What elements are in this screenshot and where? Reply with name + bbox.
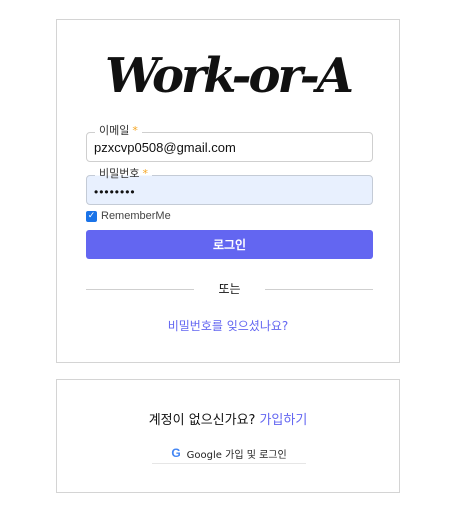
email-label-text: 이메일 [99, 124, 130, 137]
remember-me-row[interactable]: ✓ RememberMe [86, 210, 171, 222]
or-divider: 또는 [86, 281, 373, 297]
email-value: pzxcvp0508@gmail.com [94, 140, 236, 155]
google-signin-button[interactable]: G Google 가입 및 로그인 [152, 443, 306, 464]
google-signin-label: Google 가입 및 로그인 [186, 449, 287, 461]
signup-card: 계정이 없으신가요? 가입하기 G Google 가입 및 로그인 [56, 379, 400, 493]
password-label: 비밀번호 * [95, 167, 152, 181]
brand-logo: Work-or-A [105, 48, 354, 104]
signup-prompt: 계정이 없으신가요? [148, 413, 256, 428]
email-required-mark: * [132, 124, 138, 137]
login-button[interactable]: 로그인 [86, 230, 373, 259]
forgot-password-text[interactable]: 비밀번호를 잊으셨나요? [168, 319, 289, 333]
google-icon: G [171, 446, 181, 460]
password-label-text: 비밀번호 [99, 167, 140, 180]
forgot-password-link[interactable]: 비밀번호를 잊으셨나요? [57, 318, 399, 334]
login-card: Work-or-A 이메일 * pzxcvp0508@gmail.com 비밀번호… [56, 19, 400, 363]
divider-line-right [265, 289, 373, 290]
email-field[interactable]: 이메일 * pzxcvp0508@gmail.com [86, 124, 373, 162]
signup-row: 계정이 없으신가요? 가입하기 [57, 412, 399, 430]
email-label: 이메일 * [95, 124, 142, 138]
remember-me-checkbox[interactable]: ✓ [86, 210, 97, 222]
password-field[interactable]: 비밀번호 * •••••••• [86, 167, 373, 205]
password-value: •••••••• [94, 185, 136, 199]
remember-me-label: RememberMe [101, 210, 171, 222]
signup-link[interactable]: 가입하기 [259, 413, 307, 428]
password-required-mark: * [142, 167, 148, 180]
